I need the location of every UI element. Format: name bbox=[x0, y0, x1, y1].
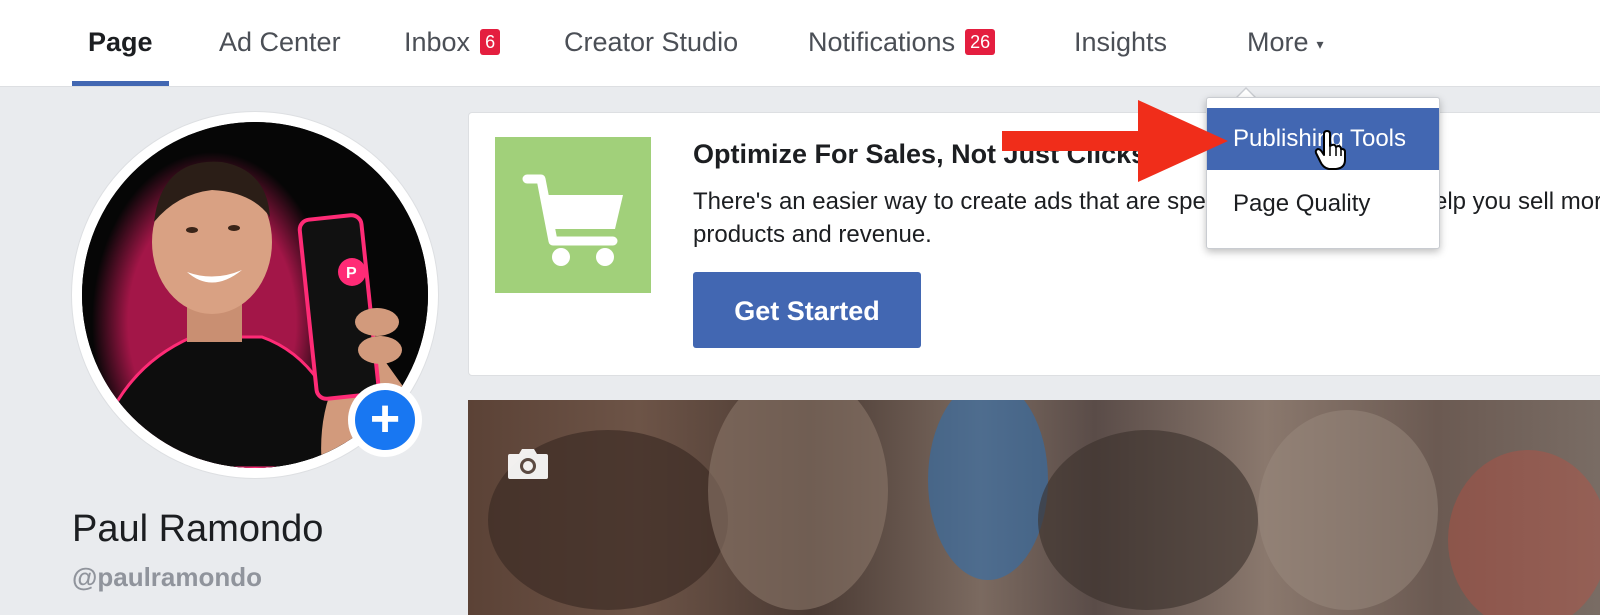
tab-label: Insights bbox=[1074, 27, 1168, 57]
promo-description: There's an easier way to create ads that… bbox=[693, 188, 1600, 248]
tab-label: Page bbox=[88, 27, 153, 57]
tab-label: Ad Center bbox=[219, 27, 341, 57]
inbox-count-badge: 6 bbox=[480, 29, 501, 55]
chevron-down-icon: ▾ bbox=[1316, 35, 1324, 52]
hand-cursor-icon bbox=[1314, 130, 1346, 170]
tab-notifications[interactable]: Notifications 26 bbox=[808, 0, 996, 86]
active-tab-indicator bbox=[72, 81, 169, 86]
page-username[interactable]: @paulramondo bbox=[72, 562, 262, 593]
tab-ad-center[interactable]: Ad Center bbox=[219, 0, 341, 86]
get-started-button[interactable]: Get Started bbox=[693, 272, 921, 348]
plus-icon: + bbox=[355, 390, 415, 450]
cover-photo[interactable] bbox=[468, 400, 1600, 615]
tab-creator-studio[interactable]: Creator Studio bbox=[564, 0, 738, 86]
page-top-nav: Page Ad Center Inbox 6 Creator Studio Not… bbox=[0, 0, 1600, 87]
tab-label: Creator Studio bbox=[564, 27, 739, 57]
tab-more[interactable]: More ▾ bbox=[1247, 0, 1324, 86]
menu-item-page-quality[interactable]: Page Quality bbox=[1207, 173, 1439, 235]
tab-insights[interactable]: Insights bbox=[1074, 0, 1167, 86]
tab-label: More bbox=[1247, 27, 1309, 57]
svg-text:P: P bbox=[346, 265, 357, 282]
add-profile-photo-button[interactable]: + bbox=[348, 383, 422, 457]
tab-inbox[interactable]: Inbox 6 bbox=[404, 0, 501, 86]
shopping-cart-icon bbox=[495, 137, 651, 293]
annotation-arrow-icon bbox=[1002, 100, 1228, 182]
tab-label: Notifications bbox=[808, 27, 956, 57]
tab-page[interactable]: Page bbox=[72, 0, 169, 86]
camera-icon[interactable] bbox=[506, 446, 550, 480]
more-dropdown-menu: Publishing Tools Page Quality bbox=[1206, 97, 1440, 249]
notifications-count-badge: 26 bbox=[965, 29, 996, 55]
tab-label: Inbox bbox=[404, 27, 471, 57]
page-name[interactable]: Paul Ramondo bbox=[72, 508, 323, 551]
